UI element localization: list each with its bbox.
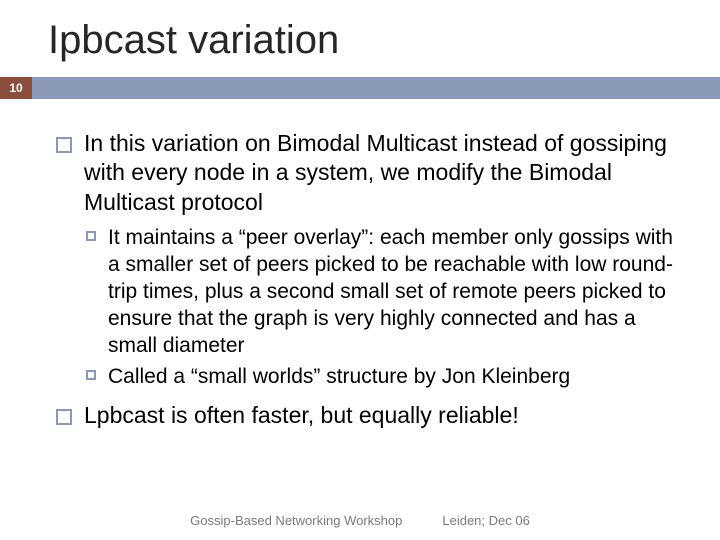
bullet-level1: In this variation on Bimodal Multicast i… [56, 129, 680, 217]
slide: Ipbcast variation 10 In this variation o… [0, 0, 720, 540]
slide-title: Ipbcast variation [0, 0, 720, 77]
slide-footer: Gossip-Based Networking Workshop Leiden;… [0, 513, 720, 528]
bullet-text: In this variation on Bimodal Multicast i… [84, 130, 667, 215]
divider-bar [32, 77, 720, 99]
footer-left: Gossip-Based Networking Workshop [190, 513, 402, 528]
bullet-text: Called a “small worlds” structure by Jon… [108, 365, 570, 388]
square-bullet-icon [86, 370, 96, 380]
bullet-level2: Called a “small worlds” structure by Jon… [86, 364, 680, 391]
bullet-level2: It maintains a “peer overlay”: each memb… [86, 225, 680, 359]
bullet-text: Lpbcast is often faster, but equally rel… [84, 402, 519, 428]
square-bullet-icon [86, 231, 96, 241]
bullet-level1: Lpbcast is often faster, but equally rel… [56, 401, 680, 430]
footer-right: Leiden; Dec 06 [442, 513, 529, 528]
divider-row: 10 [0, 77, 720, 99]
page-number-badge: 10 [0, 77, 32, 99]
slide-body: In this variation on Bimodal Multicast i… [0, 99, 720, 430]
bullet-text: It maintains a “peer overlay”: each memb… [108, 226, 673, 357]
